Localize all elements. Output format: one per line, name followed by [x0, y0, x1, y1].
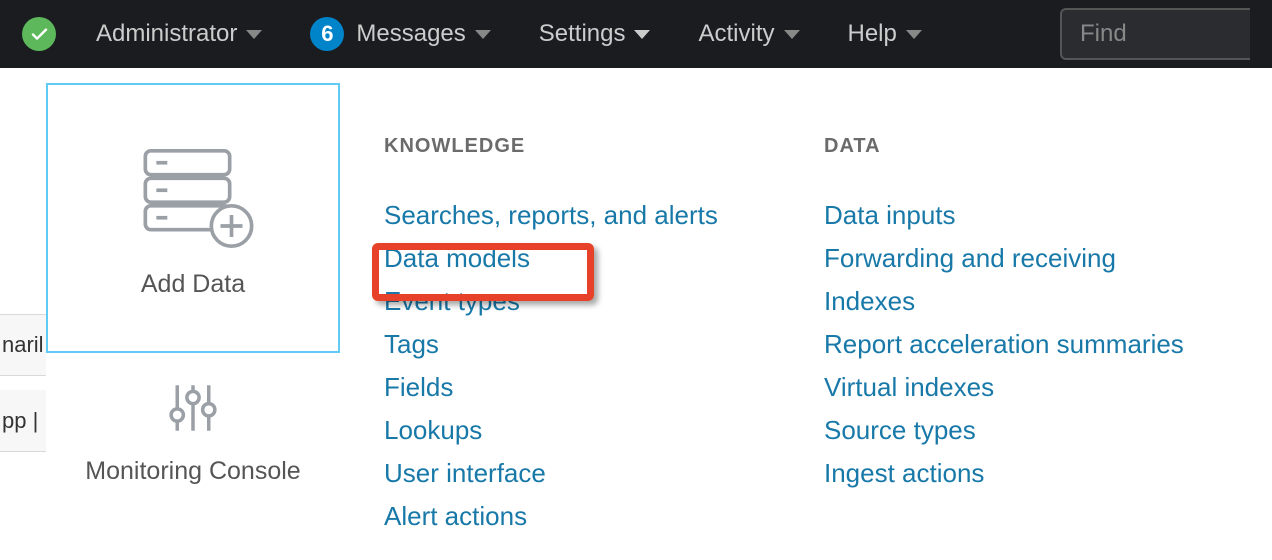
col-knowledge: KNOWLEDGE Searches, reports, and alerts … [384, 135, 824, 560]
link-lookups[interactable]: Lookups [384, 415, 482, 445]
nav-messages[interactable]: 6 Messages [310, 0, 490, 68]
nav-activity-label: Activity [698, 20, 774, 48]
nav-activity[interactable]: Activity [698, 0, 799, 68]
search-input[interactable] [1080, 20, 1232, 48]
tile-add-data-label: Add Data [141, 270, 245, 299]
link-fields[interactable]: Fields [384, 372, 453, 402]
caret-down-icon [906, 30, 922, 39]
nav-settings[interactable]: Settings [539, 0, 651, 68]
caret-down-icon [475, 30, 491, 39]
link-alert-actions[interactable]: Alert actions [384, 501, 527, 531]
link-user-interface[interactable]: User interface [384, 458, 546, 488]
link-ingest-actions[interactable]: Ingest actions [824, 458, 984, 488]
nav-messages-label: Messages [356, 20, 465, 48]
nav-administrator[interactable]: Administrator [96, 0, 262, 68]
bg-row-2: pp | [0, 390, 50, 452]
link-event-types[interactable]: Event types [384, 286, 520, 316]
monitoring-console-icon [158, 373, 228, 443]
tile-monitoring-console-label: Monitoring Console [85, 455, 300, 489]
link-source-types[interactable]: Source types [824, 415, 976, 445]
link-data-models[interactable]: Data models [384, 243, 530, 273]
bg-row-1: naril [0, 314, 50, 376]
caret-down-icon [784, 30, 800, 39]
nav-help-label: Help [848, 20, 897, 48]
nav-administrator-label: Administrator [96, 20, 237, 48]
nav-help[interactable]: Help [848, 0, 922, 68]
caret-down-icon [634, 30, 650, 39]
link-report-accel-summaries[interactable]: Report acceleration summaries [824, 329, 1184, 359]
knowledge-header: KNOWLEDGE [384, 135, 824, 158]
link-virtual-indexes[interactable]: Virtual indexes [824, 372, 994, 402]
caret-down-icon [246, 30, 262, 39]
link-data-inputs[interactable]: Data inputs [824, 200, 956, 230]
tile-add-data[interactable]: Add Data [46, 83, 340, 353]
link-indexes[interactable]: Indexes [824, 286, 915, 316]
link-tags[interactable]: Tags [384, 329, 439, 359]
messages-count-badge: 6 [310, 17, 344, 51]
dropdown-arrow-icon [646, 68, 674, 82]
global-search[interactable] [1060, 8, 1250, 60]
tile-monitoring-console[interactable]: Monitoring Console [46, 353, 340, 489]
add-data-icon [128, 138, 258, 248]
link-searches-reports-alerts[interactable]: Searches, reports, and alerts [384, 200, 718, 230]
link-forwarding-receiving[interactable]: Forwarding and receiving [824, 243, 1116, 273]
col-data: DATA Data inputs Forwarding and receivin… [824, 135, 1264, 560]
data-header: DATA [824, 135, 1264, 158]
settings-dropdown: Add Data Monitoring Console KNOWLEDGE Se… [46, 83, 1272, 560]
nav-settings-label: Settings [539, 20, 626, 48]
status-ok-icon[interactable] [22, 17, 56, 51]
